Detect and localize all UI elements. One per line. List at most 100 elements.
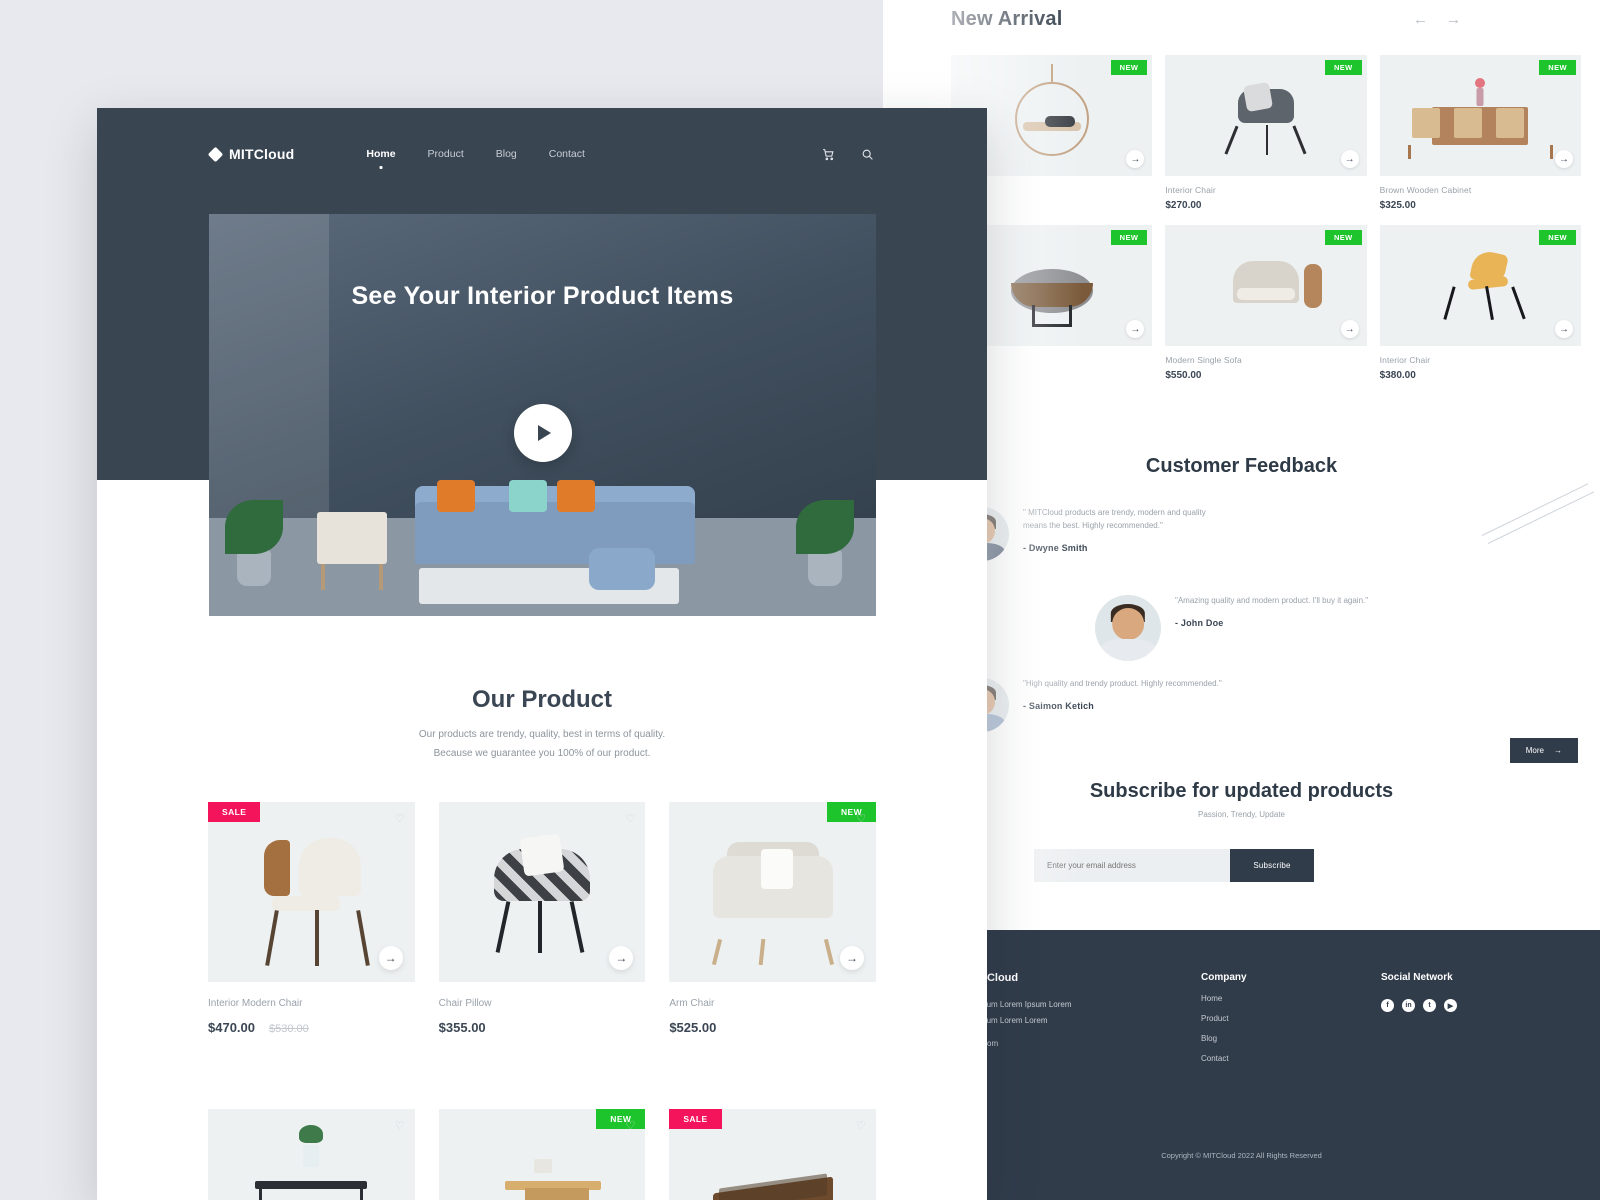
status-badge: SALE xyxy=(669,1109,722,1129)
product-card[interactable]: ♡ xyxy=(208,1109,415,1200)
heart-icon[interactable]: ♡ xyxy=(625,812,635,825)
email-field[interactable] xyxy=(1034,849,1230,882)
section-title: Our Product xyxy=(471,686,612,713)
footer-social-column: Social Network f in t ▶ xyxy=(1381,972,1457,1063)
product-thumbnail: ♡ → xyxy=(438,802,646,982)
subscribe-subtitle: Passion, Trendy, Update xyxy=(1197,810,1285,819)
footer-link-home[interactable]: Home xyxy=(1201,994,1381,1003)
nav-item-product[interactable]: Product xyxy=(428,148,464,160)
testimonial-item: "Amazing quality and modern product. I'l… xyxy=(1095,595,1368,661)
nav-icons xyxy=(822,148,874,161)
product-card[interactable]: SALE ♡ xyxy=(669,1109,876,1200)
testimonial-author: - John Doe xyxy=(1175,617,1224,628)
more-button[interactable]: More → xyxy=(1509,738,1578,763)
brand-name: MITCloud xyxy=(229,146,295,162)
product-price: $525.00 xyxy=(669,1020,717,1035)
new-arrival-carousel-controls: ← → xyxy=(1413,12,1461,27)
nav-item-blog[interactable]: Blog xyxy=(496,148,517,160)
new-arrival-card[interactable]: NEW → Modern Single Sofa $550.00 xyxy=(1165,225,1367,381)
testimonial-author: - Saimon Ketich xyxy=(1023,700,1095,711)
product-price: $355.00 xyxy=(438,1020,486,1035)
plant-pot xyxy=(237,550,271,586)
our-product-header: Our Product Our products are trendy, qua… xyxy=(97,686,987,762)
our-product-grid: SALE ♡ → Interior Modern Chair $470.00 $… xyxy=(208,802,876,1200)
heart-icon[interactable]: ♡ xyxy=(395,1119,405,1132)
product-thumbnail: SALE ♡ → xyxy=(208,802,415,982)
product-price: $550.00 xyxy=(1165,370,1202,381)
ottoman xyxy=(589,548,655,590)
hero-video[interactable]: See Your Interior Product Items xyxy=(209,214,876,616)
arrow-right-icon[interactable]: → xyxy=(1340,150,1359,168)
product-name: Interior Chair xyxy=(1165,185,1216,195)
twitter-icon[interactable]: t xyxy=(1423,999,1436,1012)
nav-item-home[interactable]: Home xyxy=(366,148,395,160)
new-arrival-grid: NEW → Bench NEW xyxy=(951,55,1581,381)
footer-link-product[interactable]: Product xyxy=(1201,1014,1381,1023)
new-arrival-card[interactable]: NEW → Interior Chair $380.00 xyxy=(1379,225,1581,381)
product-thumbnail: NEW → xyxy=(1379,225,1581,346)
product-thumbnail: ♡ xyxy=(208,1109,415,1200)
product-name: Modern Single Sofa xyxy=(1165,355,1242,365)
footer-description-line1: Lorem Ipsum Lorem Ipsum Lorem xyxy=(951,1000,1072,1009)
arrow-left-icon[interactable]: ← xyxy=(1413,12,1428,27)
status-badge: NEW xyxy=(596,1109,646,1129)
new-arrival-header: New Arrival ← → xyxy=(951,8,1461,31)
footer-link-contact[interactable]: Contact xyxy=(1201,1054,1381,1063)
cushion xyxy=(557,480,595,512)
plant-leaf xyxy=(796,500,854,554)
arrow-right-icon[interactable]: → xyxy=(1554,320,1573,338)
nav-item-contact[interactable]: Contact xyxy=(549,148,585,160)
heart-icon[interactable]: ♡ xyxy=(856,1119,866,1132)
status-badge: NEW xyxy=(1539,230,1576,245)
new-arrival-card[interactable]: NEW → Interior Chair $270.00 xyxy=(1165,55,1367,211)
arrow-right-icon[interactable]: → xyxy=(840,946,864,970)
testimonial-quote: "Amazing quality and modern product. I'l… xyxy=(1175,596,1369,605)
testimonial-quote: " MITCloud products are trendy, modern a… xyxy=(1023,508,1206,530)
subscribe-form: Subscribe xyxy=(1034,849,1314,882)
linkedin-icon[interactable]: in xyxy=(1402,999,1415,1012)
section-subtitle-line1: Our products are trendy, quality, best i… xyxy=(418,729,666,740)
customer-feedback-title: Customer Feedback xyxy=(1145,455,1338,477)
product-old-price: $530.00 xyxy=(269,1023,309,1035)
side-table xyxy=(317,512,387,564)
product-card[interactable]: NEW ♡ xyxy=(438,1109,646,1200)
navbar: MITCloud Home Product Blog Contact xyxy=(97,108,987,200)
arrow-right-icon[interactable]: → xyxy=(1554,150,1573,168)
play-icon[interactable] xyxy=(513,404,572,462)
heart-icon[interactable]: ♡ xyxy=(625,1119,635,1132)
search-icon[interactable] xyxy=(861,148,874,161)
product-thumbnail: NEW → xyxy=(1379,55,1581,176)
status-badge: NEW xyxy=(1110,230,1148,245)
testimonial-author: - Dwyne Smith xyxy=(1023,542,1088,553)
testimonial-item: " MITCloud products are trendy, modern a… xyxy=(955,507,1223,561)
nav-links: Home Product Blog Contact xyxy=(366,148,585,160)
new-arrival-card[interactable]: NEW → Brown Wooden Cabinet $325.00 xyxy=(1379,55,1581,211)
footer-brand-column: MITCloud Lorem Ipsum Lorem Ipsum Lorem L… xyxy=(948,970,1201,1063)
footer-email: mitcloud.com xyxy=(951,1039,1201,1048)
more-button-label: More xyxy=(1525,746,1544,755)
product-card[interactable]: ♡ → Chair Pillow $355.00 xyxy=(438,802,646,1035)
heart-icon[interactable]: ♡ xyxy=(856,812,866,825)
product-thumbnail: SALE ♡ xyxy=(669,1109,876,1200)
product-thumbnail: NEW ♡ xyxy=(438,1109,646,1200)
arrow-right-icon[interactable]: → xyxy=(1340,320,1359,338)
product-card[interactable]: NEW ♡ → Arm Chair $525.00 xyxy=(669,802,876,1035)
brand-logo[interactable]: MITCloud xyxy=(207,146,295,162)
youtube-icon[interactable]: ▶ xyxy=(1444,999,1457,1012)
arrow-right-icon[interactable]: → xyxy=(378,946,403,970)
cart-icon[interactable] xyxy=(822,148,835,161)
product-thumbnail: NEW ♡ → xyxy=(669,802,876,982)
avatar xyxy=(1095,595,1161,661)
facebook-icon[interactable]: f xyxy=(1381,999,1394,1012)
footer-link-blog[interactable]: Blog xyxy=(1201,1034,1381,1043)
status-badge: NEW xyxy=(1324,230,1362,245)
hero-section: MITCloud Home Product Blog Contact See Y… xyxy=(97,108,987,616)
copyright: Copyright © MITCloud 2022 All Rights Res… xyxy=(1161,1151,1322,1160)
footer-description-line2: Lorem Ipsum Lorem Lorem xyxy=(951,1015,1048,1025)
subscribe-button[interactable]: Subscribe xyxy=(1230,849,1314,882)
heart-icon[interactable]: ♡ xyxy=(395,812,405,825)
testimonials-section: " MITCloud products are trendy, modern a… xyxy=(883,483,1600,763)
arrow-right-icon[interactable]: → xyxy=(1446,12,1461,27)
product-name: Brown Wooden Cabinet xyxy=(1379,185,1472,195)
product-card[interactable]: SALE ♡ → Interior Modern Chair $470.00 $… xyxy=(208,802,415,1035)
